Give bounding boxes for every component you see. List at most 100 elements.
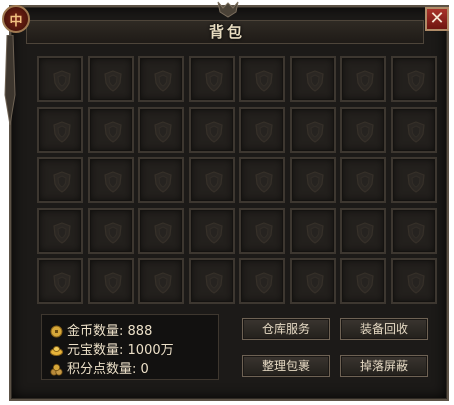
shield-icon [255, 121, 273, 143]
inventory-slot[interactable] [340, 208, 386, 254]
shield-icon [255, 222, 273, 244]
close-button[interactable]: ✕ [425, 7, 449, 31]
shield-icon [407, 121, 425, 143]
inventory-slot[interactable] [37, 157, 83, 203]
inventory-slot[interactable] [88, 107, 134, 153]
shield-icon [356, 272, 374, 294]
currency-panel: 金币数量: 888 元宝数量: 1000万 积分点数量: 0 [41, 314, 219, 380]
shield-icon [53, 171, 71, 193]
inventory-slot[interactable] [391, 56, 437, 102]
shield-icon [154, 171, 172, 193]
shield-icon [53, 121, 71, 143]
shield-icon [205, 121, 223, 143]
shield-icon [407, 222, 425, 244]
shield-icon [407, 171, 425, 193]
shield-icon [104, 121, 122, 143]
yuanbao-label: 元宝数量 [67, 343, 120, 358]
shield-icon [356, 70, 374, 92]
inventory-slot[interactable] [189, 107, 235, 153]
shield-icon [104, 222, 122, 244]
banner-ornament-icon [4, 35, 16, 125]
inventory-slot[interactable] [88, 56, 134, 102]
shield-icon [356, 222, 374, 244]
inventory-slot[interactable] [138, 208, 184, 254]
shield-icon [104, 171, 122, 193]
inventory-slot[interactable] [290, 258, 336, 304]
shield-icon [255, 171, 273, 193]
shield-icon [255, 70, 273, 92]
inventory-slot[interactable] [88, 258, 134, 304]
inventory-slot[interactable] [138, 258, 184, 304]
inventory-slot[interactable] [340, 56, 386, 102]
yuanbao-icon [50, 346, 63, 356]
inventory-slot[interactable] [239, 258, 285, 304]
shield-icon [154, 70, 172, 92]
inventory-slot[interactable] [290, 157, 336, 203]
inventory-slot[interactable] [391, 208, 437, 254]
shield-icon [154, 121, 172, 143]
shield-icon [154, 222, 172, 244]
shield-icon [356, 121, 374, 143]
inventory-slot[interactable] [239, 208, 285, 254]
sort-bag-button[interactable]: 整理包裹 [242, 355, 330, 377]
inventory-slot[interactable] [290, 107, 336, 153]
inventory-slot[interactable] [290, 208, 336, 254]
inventory-slot[interactable] [290, 56, 336, 102]
close-icon: ✕ [429, 8, 445, 29]
shield-icon [53, 272, 71, 294]
shield-icon [306, 222, 324, 244]
shield-icon [306, 272, 324, 294]
emblem-icon: 中 [2, 5, 30, 33]
shield-icon [255, 272, 273, 294]
inventory-slot[interactable] [189, 56, 235, 102]
inventory-slot[interactable] [88, 157, 134, 203]
skull-crest-icon [217, 1, 239, 18]
inventory-slot[interactable] [37, 208, 83, 254]
shield-icon [306, 171, 324, 193]
shield-icon [104, 70, 122, 92]
inventory-slot[interactable] [391, 157, 437, 203]
inventory-slot[interactable] [239, 107, 285, 153]
gold-label: 金币数量 [67, 324, 120, 339]
shield-icon [306, 121, 324, 143]
inventory-slot[interactable] [88, 208, 134, 254]
inventory-slot[interactable] [37, 56, 83, 102]
shield-icon [356, 171, 374, 193]
inventory-slot[interactable] [138, 107, 184, 153]
shield-icon [104, 272, 122, 294]
window-title: 背包 [208, 23, 245, 41]
shield-icon [306, 70, 324, 92]
drop-filter-button[interactable]: 掉落屏蔽 [340, 355, 428, 377]
points-icon [50, 363, 63, 376]
inventory-slot[interactable] [239, 56, 285, 102]
shield-icon [53, 70, 71, 92]
inventory-slot[interactable] [189, 208, 235, 254]
inventory-slot[interactable] [138, 56, 184, 102]
inventory-slot[interactable] [391, 258, 437, 304]
inventory-slot[interactable] [340, 258, 386, 304]
inventory-slot[interactable] [391, 107, 437, 153]
yuanbao-value: 1000万 [127, 343, 174, 358]
shield-icon [53, 222, 71, 244]
shield-icon [205, 222, 223, 244]
inventory-slot[interactable] [37, 107, 83, 153]
inventory-slot[interactable] [138, 157, 184, 203]
shield-icon [154, 272, 172, 294]
inventory-slot[interactable] [189, 258, 235, 304]
inventory-slot[interactable] [340, 157, 386, 203]
inventory-slot[interactable] [37, 258, 83, 304]
points-label: 积分点数量 [67, 362, 133, 377]
shield-icon [407, 70, 425, 92]
gold-coin-icon [50, 325, 63, 338]
shield-icon [205, 171, 223, 193]
shield-icon [205, 70, 223, 92]
shield-icon [205, 272, 223, 294]
points-value: 0 [140, 362, 149, 377]
gold-value: 888 [127, 324, 153, 339]
inventory-slot[interactable] [340, 107, 386, 153]
warehouse-service-button[interactable]: 仓库服务 [242, 318, 330, 340]
shield-icon [407, 272, 425, 294]
inventory-slot[interactable] [239, 157, 285, 203]
inventory-slot[interactable] [189, 157, 235, 203]
equipment-recycle-button[interactable]: 装备回收 [340, 318, 428, 340]
